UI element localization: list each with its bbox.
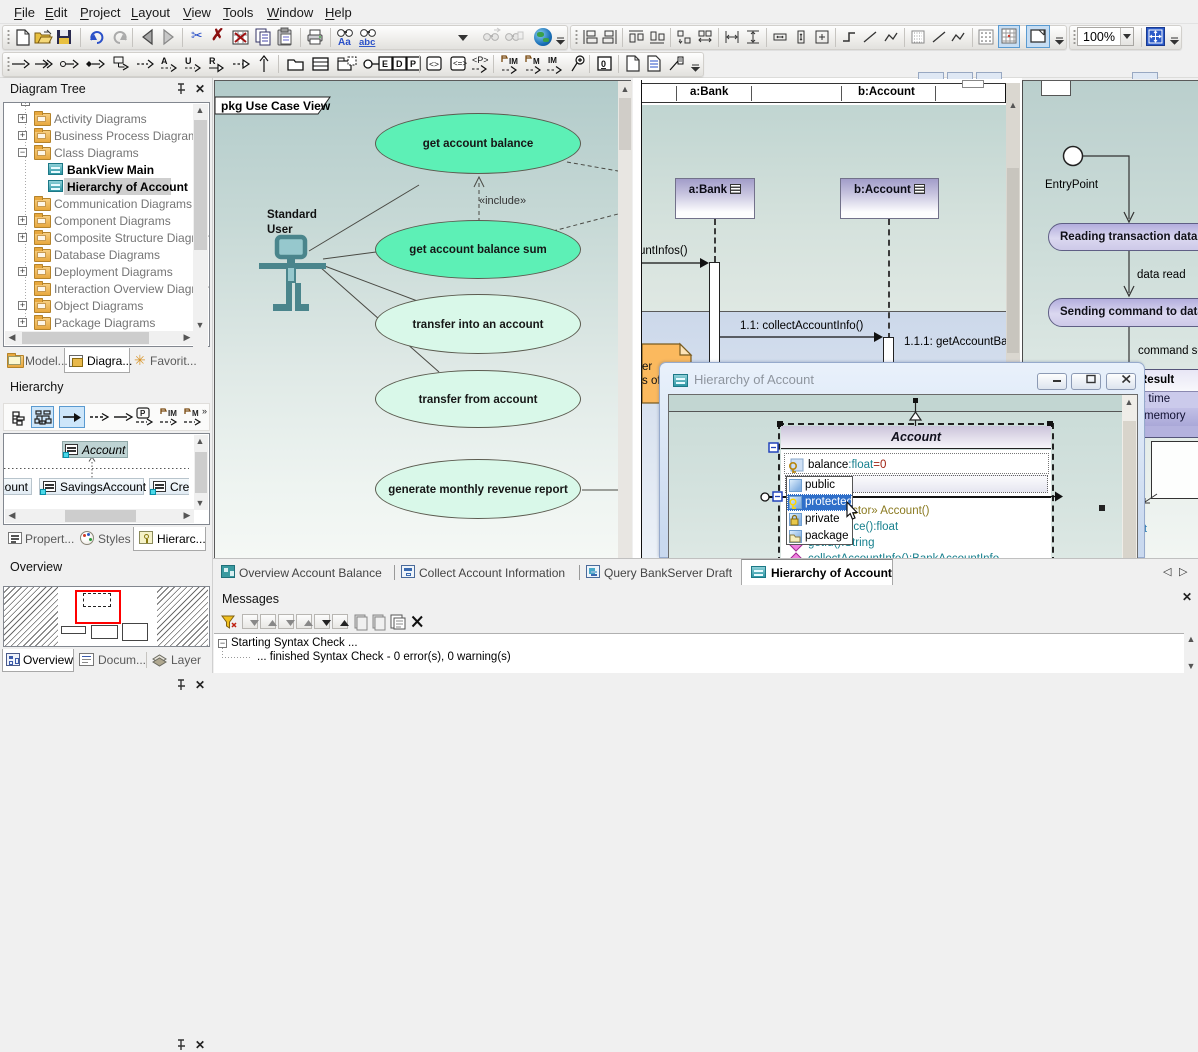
- svg-text:abc: abc: [359, 37, 375, 48]
- svg-text:0: 0: [601, 59, 606, 69]
- svg-text:R: R: [209, 56, 216, 66]
- svg-text:U: U: [185, 56, 192, 66]
- svg-text:pkg Use Case View: pkg Use Case View: [221, 99, 331, 113]
- svg-text:IM: IM: [168, 409, 177, 418]
- svg-text:M: M: [533, 57, 540, 66]
- svg-text:E: E: [382, 59, 388, 69]
- svg-text:M: M: [192, 409, 199, 418]
- svg-text:P: P: [410, 59, 416, 69]
- svg-text:<=>: <=>: [453, 59, 467, 68]
- svg-text:Aa: Aa: [338, 37, 351, 48]
- svg-text:D: D: [396, 59, 403, 69]
- svg-text:<P>: <P>: [472, 55, 489, 65]
- svg-text:P: P: [140, 409, 146, 418]
- svg-text:IM: IM: [509, 57, 518, 66]
- svg-text:<>: <>: [429, 59, 439, 69]
- svg-text:A: A: [161, 56, 168, 66]
- svg-text:IM: IM: [548, 56, 557, 65]
